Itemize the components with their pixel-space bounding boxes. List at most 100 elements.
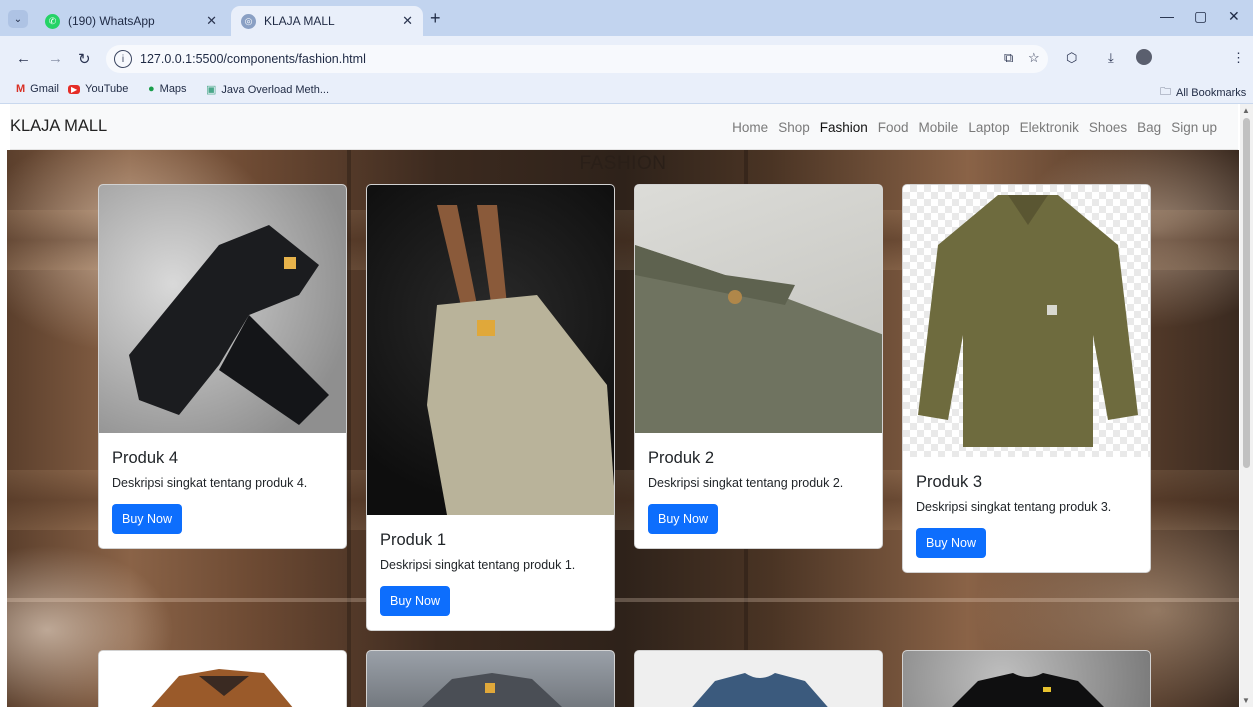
- section-title: FASHION: [579, 153, 667, 174]
- all-bookmarks[interactable]: 🗀 All Bookmarks: [1160, 83, 1246, 102]
- buy-now-button[interactable]: Buy Now: [112, 504, 183, 534]
- product-description: Deskripsi singkat tentang produk 4.: [112, 476, 308, 490]
- new-tab-button[interactable]: +: [430, 9, 441, 27]
- tab-title: KLAJA MALL: [264, 14, 335, 28]
- bookmark-label: YouTube: [85, 83, 129, 95]
- product-image-olive-shirt-jacket[interactable]: [903, 185, 1150, 457]
- maps-pin-icon: ●: [148, 83, 155, 95]
- product-card: [366, 650, 615, 707]
- forward-icon[interactable]: →: [48, 50, 63, 67]
- nav-bag[interactable]: Bag: [1132, 120, 1166, 135]
- background-band: [7, 598, 1239, 602]
- product-image-beige-overalls[interactable]: [367, 185, 614, 515]
- product-name: Produk 3: [916, 473, 983, 491]
- youtube-icon: ▶: [68, 84, 81, 94]
- minimize-icon[interactable]: —: [1160, 8, 1174, 24]
- olive-pants-illustration: [635, 245, 882, 433]
- nav-mobile[interactable]: Mobile: [914, 120, 964, 135]
- site-brand[interactable]: KLAJA MALL: [10, 117, 107, 136]
- fashion-hero-background: FASHION Produk 4 Deskripsi singkat tenta…: [7, 150, 1239, 707]
- browser-toolbar: ← → ↻ i 127.0.0.1:5500/components/fashio…: [0, 36, 1253, 82]
- overalls-illustration: [427, 205, 614, 515]
- bookmark-java[interactable]: ▣ Java Overload Meth...: [206, 83, 330, 97]
- nav-laptop[interactable]: Laptop: [963, 120, 1014, 135]
- download-icon[interactable]: ⤓: [1108, 50, 1114, 66]
- tab-search-chevron-icon[interactable]: ⌄: [8, 10, 28, 28]
- product-card: Produk 1 Deskripsi singkat tentang produ…: [366, 184, 615, 631]
- translate-icon[interactable]: ⧉: [1004, 50, 1013, 66]
- site-info-icon[interactable]: i: [114, 50, 132, 68]
- page-scrollbar[interactable]: ▲ ▼: [1240, 104, 1253, 707]
- browser-tab-strip: ⌄ ✆ (190) WhatsApp ✕ ◎ KLAJA MALL ✕ + — …: [0, 0, 1253, 36]
- nav-food[interactable]: Food: [873, 120, 914, 135]
- folder-icon: 🗀: [1160, 86, 1171, 98]
- whatsapp-icon: ✆: [45, 13, 60, 29]
- product-card: [902, 650, 1151, 707]
- product-card: [98, 650, 347, 707]
- site-navbar: KLAJA MALL Home Shop Fashion Food Mobile…: [10, 104, 1238, 150]
- reload-icon[interactable]: ↻: [78, 50, 91, 68]
- grey-jacket-illustration: [422, 673, 562, 707]
- buy-now-button[interactable]: Buy Now: [648, 504, 719, 534]
- black-sweatshirt-illustration: [952, 673, 1104, 707]
- buy-now-button[interactable]: Buy Now: [916, 528, 987, 558]
- product-card: Produk 3 Deskripsi singkat tentang produ…: [902, 184, 1151, 573]
- menu-kebab-icon[interactable]: ⋮: [1232, 50, 1245, 66]
- product-card: [634, 650, 883, 707]
- extensions-icon[interactable]: ⬡: [1066, 50, 1077, 66]
- bookmark-gmail[interactable]: M Gmail: [16, 83, 59, 95]
- address-bar[interactable]: i 127.0.0.1:5500/components/fashion.html: [106, 45, 1048, 73]
- page-icon: ▣: [206, 84, 217, 96]
- close-tab-icon[interactable]: ✕: [402, 13, 413, 29]
- product-description: Deskripsi singkat tentang produk 3.: [916, 500, 1112, 514]
- product-description: Deskripsi singkat tentang produk 1.: [380, 558, 576, 572]
- bookmark-label: All Bookmarks: [1176, 86, 1247, 99]
- product-image-olive-work-pants[interactable]: [635, 185, 882, 433]
- bookmark-youtube[interactable]: ▶ YouTube: [68, 83, 128, 95]
- back-icon[interactable]: ←: [16, 50, 31, 67]
- scroll-down-icon[interactable]: ▼: [1242, 696, 1250, 705]
- profile-avatar[interactable]: [1136, 49, 1152, 65]
- bookmark-maps[interactable]: ● Maps: [148, 83, 187, 95]
- scroll-up-icon[interactable]: ▲: [1242, 106, 1250, 115]
- blue-tshirt-illustration: [692, 673, 828, 707]
- product-image-black-sweatshirt[interactable]: [903, 651, 1150, 707]
- bookmark-label: Java Overload Meth...: [221, 83, 330, 96]
- nav-elektronik[interactable]: Elektronik: [1015, 120, 1084, 135]
- page-viewport: KLAJA MALL Home Shop Fashion Food Mobile…: [0, 104, 1253, 707]
- product-card: Produk 4 Deskripsi singkat tentang produ…: [98, 184, 347, 549]
- black-pants-illustration: [129, 225, 329, 425]
- product-image-brown-jacket[interactable]: [99, 651, 346, 707]
- tab-title: (190) WhatsApp: [68, 14, 155, 28]
- bookmark-star-icon[interactable]: ☆: [1028, 50, 1040, 66]
- product-image-blue-tshirt[interactable]: [635, 651, 882, 707]
- brown-jacket-illustration: [151, 669, 293, 707]
- bookmark-label: Maps: [159, 83, 187, 95]
- scrollbar-thumb[interactable]: [1243, 118, 1250, 468]
- globe-icon: ◎: [241, 13, 256, 29]
- url-text[interactable]: 127.0.0.1:5500/components/fashion.html: [140, 52, 366, 66]
- product-name: Produk 1: [380, 531, 447, 549]
- nav-shop[interactable]: Shop: [773, 120, 815, 135]
- shirt-jacket-illustration: [918, 195, 1138, 447]
- product-card: Produk 2 Deskripsi singkat tentang produ…: [634, 184, 883, 549]
- product-image-black-cargo-pants[interactable]: [99, 185, 346, 433]
- nav-sign-up[interactable]: Sign up: [1166, 120, 1222, 135]
- bookmark-label: Gmail: [30, 83, 59, 95]
- nav-home[interactable]: Home: [727, 120, 773, 135]
- nav-shoes[interactable]: Shoes: [1084, 120, 1132, 135]
- product-image-grey-jacket[interactable]: [367, 651, 614, 707]
- restore-icon[interactable]: ▢: [1194, 8, 1207, 25]
- bookmarks-bar: M Gmail ▶ YouTube ● Maps ▣ Java Overload…: [0, 79, 1253, 103]
- close-window-icon[interactable]: ✕: [1228, 8, 1240, 25]
- tab-klaja-mall[interactable]: ◎ KLAJA MALL ✕: [231, 6, 423, 36]
- product-description: Deskripsi singkat tentang produk 2.: [648, 476, 844, 490]
- product-name: Produk 4: [112, 449, 179, 467]
- gmail-icon: M: [16, 83, 26, 95]
- tab-whatsapp[interactable]: ✆ (190) WhatsApp ✕: [35, 6, 227, 36]
- product-name: Produk 2: [648, 449, 715, 467]
- nav-fashion[interactable]: Fashion: [815, 120, 873, 135]
- buy-now-button[interactable]: Buy Now: [380, 586, 451, 616]
- close-tab-icon[interactable]: ✕: [206, 13, 217, 29]
- nav-links: Home Shop Fashion Food Mobile Laptop Ele…: [727, 104, 1222, 150]
